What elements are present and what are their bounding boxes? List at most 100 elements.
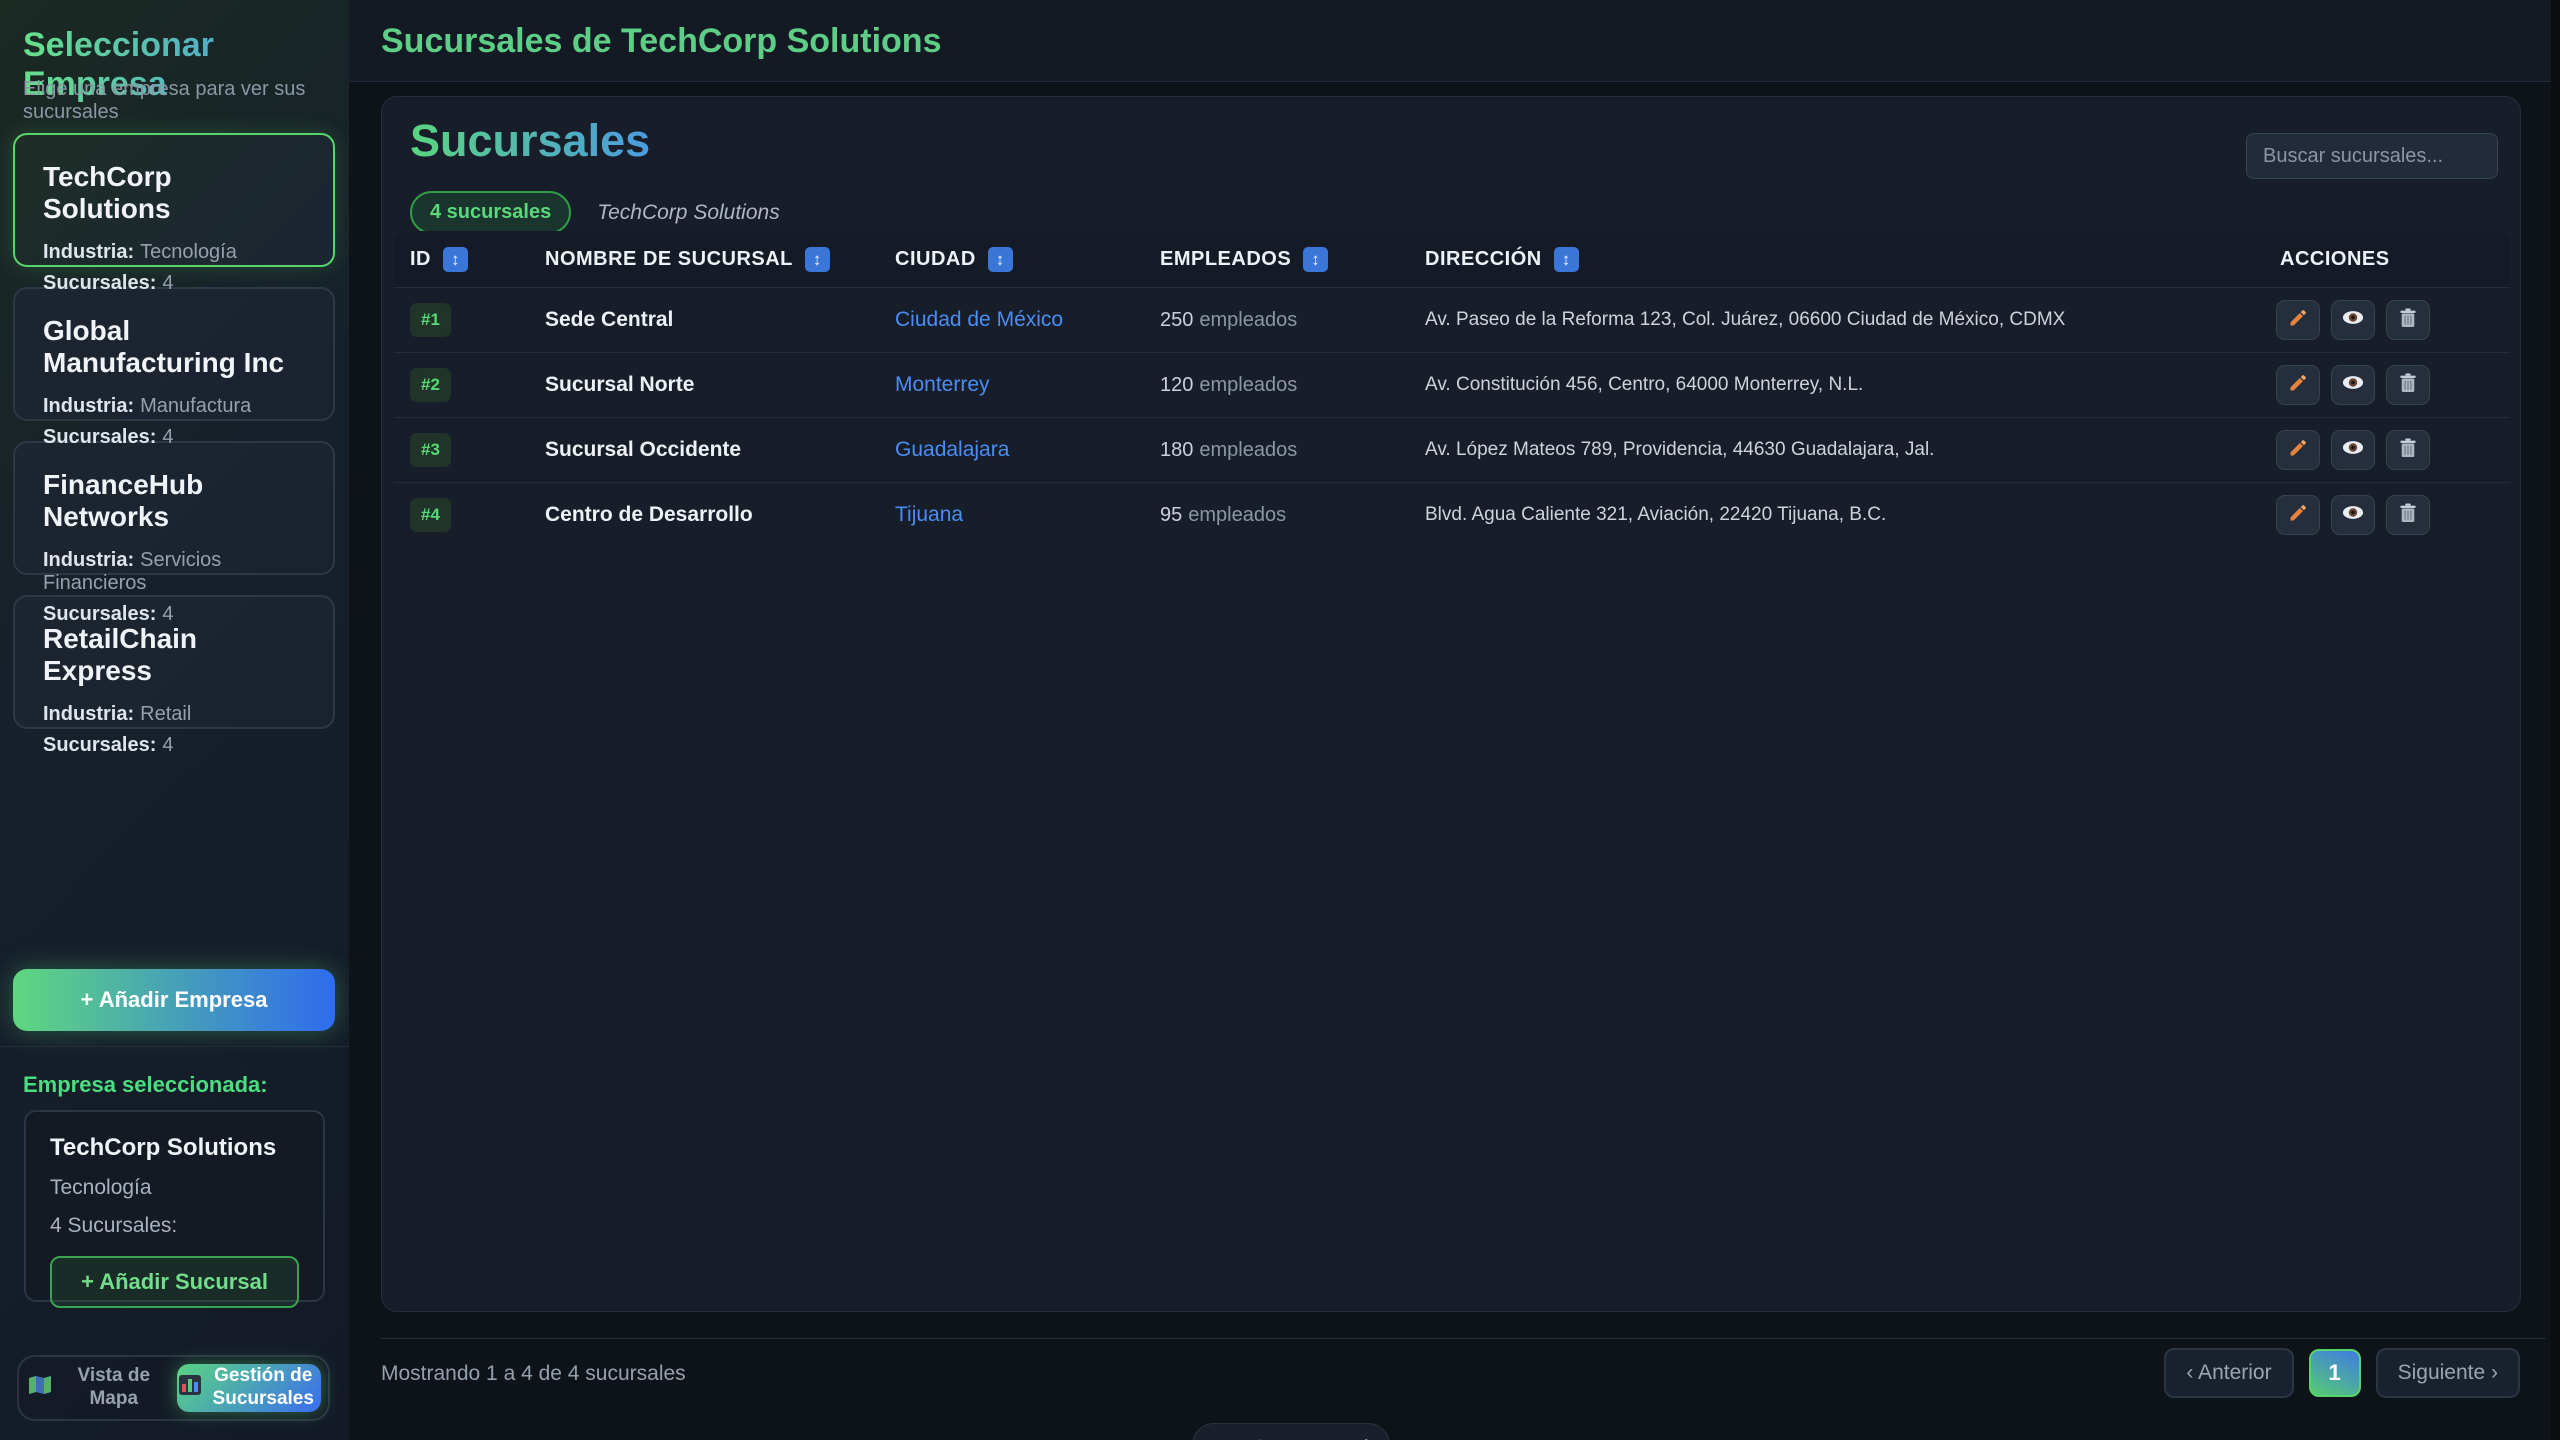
- sort-icon[interactable]: ↕: [988, 247, 1013, 272]
- view-toggle: Vista de Mapa Gestión de Sucursales: [17, 1355, 330, 1421]
- table-row: #1 Sede Central Ciudad de México 250empl…: [394, 287, 2510, 352]
- trash-icon: [2399, 308, 2417, 333]
- edit-button[interactable]: [2276, 430, 2320, 470]
- view-button[interactable]: [2331, 300, 2375, 340]
- text-tool-icon[interactable]: A: [1217, 1435, 1234, 1440]
- pencil-icon: [2288, 373, 2308, 398]
- column-header-name: NOMBRE DE SUCURSAL ↕: [529, 247, 879, 272]
- city-link[interactable]: Tijuana: [879, 503, 1144, 527]
- company-card-techcorp[interactable]: TechCorp Solutions Industria:Tecnología …: [13, 133, 335, 267]
- view-button[interactable]: [2331, 365, 2375, 405]
- current-page-button[interactable]: 1: [2309, 1349, 2361, 1397]
- branch-name: Sede Central: [529, 308, 879, 332]
- branch-address: Av. Constitución 456, Centro, 64000 Mont…: [1409, 374, 2264, 396]
- settings-gear-icon[interactable]: ⚙: [1356, 1435, 1377, 1440]
- branch-count-badge: 4 sucursales: [410, 191, 571, 234]
- table-row: #3 Sucursal Occidente Guadalajara 180emp…: [394, 417, 2510, 482]
- delete-button[interactable]: [2386, 300, 2430, 340]
- plus-icon: +: [81, 987, 94, 1012]
- delete-button[interactable]: [2386, 495, 2430, 535]
- line-tool-icon[interactable]: —: [1293, 1435, 1316, 1440]
- company-name-subtitle: TechCorp Solutions: [597, 201, 780, 225]
- row-actions: [2264, 430, 2510, 470]
- delete-button[interactable]: [2386, 430, 2430, 470]
- map-icon: [28, 1375, 52, 1402]
- delete-button[interactable]: [2386, 365, 2430, 405]
- company-industry-line: Industria:Tecnología: [43, 241, 305, 264]
- branch-name: Sucursal Occidente: [529, 438, 879, 462]
- sort-icon[interactable]: ↕: [805, 247, 830, 272]
- sidebar-subtitle: Elige una empresa para ver sus sucursale…: [23, 78, 349, 124]
- add-branch-button[interactable]: + Añadir Sucursal: [50, 1256, 299, 1308]
- eye-icon: [2342, 375, 2364, 395]
- column-header-actions: ACCIONES: [2264, 248, 2510, 271]
- column-header-employees: EMPLEADOS ↕: [1144, 247, 1409, 272]
- pencil-icon: [2288, 308, 2308, 333]
- search-input[interactable]: [2246, 133, 2498, 179]
- column-header-id: ID ↕: [394, 247, 529, 272]
- row-actions: [2264, 495, 2510, 535]
- selected-company-branches: 4 Sucursales:: [50, 1214, 299, 1238]
- branch-address: Av. López Mateos 789, Providencia, 44630…: [1409, 439, 2264, 461]
- city-link[interactable]: Guadalajara: [879, 438, 1144, 462]
- pen-tool-icon[interactable]: ✎: [1254, 1435, 1273, 1440]
- sort-icon[interactable]: ↕: [1303, 247, 1328, 272]
- company-name: Global Manufacturing Inc: [43, 315, 305, 379]
- branch-address: Blvd. Agua Caliente 321, Aviación, 22420…: [1409, 504, 2264, 526]
- employees-cell: 120empleados: [1144, 374, 1409, 397]
- results-summary: Mostrando 1 a 4 de 4 sucursales: [381, 1362, 686, 1386]
- branch-address: Av. Paseo de la Reforma 123, Col. Juárez…: [1409, 309, 2264, 331]
- table-header-row: ID ↕ NOMBRE DE SUCURSAL ↕ CIUDAD ↕ EMPLE…: [394, 231, 2510, 287]
- selected-company-name: TechCorp Solutions: [50, 1134, 299, 1162]
- city-link[interactable]: Ciudad de México: [879, 308, 1144, 332]
- company-name: RetailChain Express: [43, 623, 305, 687]
- row-id-badge: #4: [410, 498, 451, 532]
- bar-chart-icon: [179, 1375, 201, 1402]
- pagination: ‹ Anterior 1 Siguiente ›: [2164, 1348, 2520, 1398]
- badge-row: 4 sucursales TechCorp Solutions: [410, 191, 780, 234]
- branch-name: Centro de Desarrollo: [529, 503, 879, 527]
- pencil-icon: [2288, 438, 2308, 463]
- company-card-global-manufacturing[interactable]: Global Manufacturing Inc Industria:Manuf…: [13, 287, 335, 421]
- selected-company-industry: Tecnología: [50, 1176, 299, 1200]
- sort-icon[interactable]: ↕: [443, 247, 468, 272]
- annotation-dock: A ✎ — ⚙: [1192, 1423, 1390, 1440]
- company-name: TechCorp Solutions: [43, 161, 305, 225]
- company-list: TechCorp Solutions Industria:Tecnología …: [13, 133, 335, 749]
- section-title: Sucursales: [410, 115, 650, 167]
- column-header-address: DIRECCIÓN ↕: [1409, 247, 2264, 272]
- scrollbar-gutter: [2551, 0, 2560, 1440]
- employees-cell: 180empleados: [1144, 439, 1409, 462]
- previous-page-button[interactable]: ‹ Anterior: [2164, 1348, 2293, 1398]
- row-id-badge: #3: [410, 433, 451, 467]
- view-button[interactable]: [2331, 430, 2375, 470]
- edit-button[interactable]: [2276, 495, 2320, 535]
- plus-icon: +: [81, 1269, 94, 1294]
- trash-icon: [2399, 373, 2417, 398]
- employees-cell: 95empleados: [1144, 504, 1409, 527]
- company-name: FinanceHub Networks: [43, 469, 305, 533]
- company-sidebar: Seleccionar Empresa Elige una empresa pa…: [0, 0, 349, 1440]
- branch-management-button[interactable]: Gestión de Sucursales: [177, 1364, 322, 1412]
- edit-button[interactable]: [2276, 365, 2320, 405]
- trash-icon: [2399, 438, 2417, 463]
- row-id-badge: #2: [410, 368, 451, 402]
- add-company-button[interactable]: + Añadir Empresa: [13, 969, 335, 1031]
- eye-icon: [2342, 505, 2364, 525]
- row-id-badge: #1: [410, 303, 451, 337]
- company-card-financehub[interactable]: FinanceHub Networks Industria:Servicios …: [13, 441, 335, 575]
- branches-table: ID ↕ NOMBRE DE SUCURSAL ↕ CIUDAD ↕ EMPLE…: [394, 231, 2510, 547]
- row-actions: [2264, 300, 2510, 340]
- sort-icon[interactable]: ↕: [1554, 247, 1579, 272]
- selected-company-heading: Empresa seleccionada:: [23, 1072, 268, 1098]
- edit-button[interactable]: [2276, 300, 2320, 340]
- map-view-button[interactable]: Vista de Mapa: [26, 1364, 171, 1412]
- city-link[interactable]: Monterrey: [879, 373, 1144, 397]
- pencil-icon: [2288, 503, 2308, 528]
- view-button[interactable]: [2331, 495, 2375, 535]
- eye-icon: [2342, 440, 2364, 460]
- company-industry-line: Industria:Servicios Financieros: [43, 549, 305, 595]
- next-page-button[interactable]: Siguiente ›: [2376, 1348, 2520, 1398]
- company-industry-line: Industria:Manufactura: [43, 395, 305, 418]
- company-industry-line: Industria:Retail: [43, 703, 305, 726]
